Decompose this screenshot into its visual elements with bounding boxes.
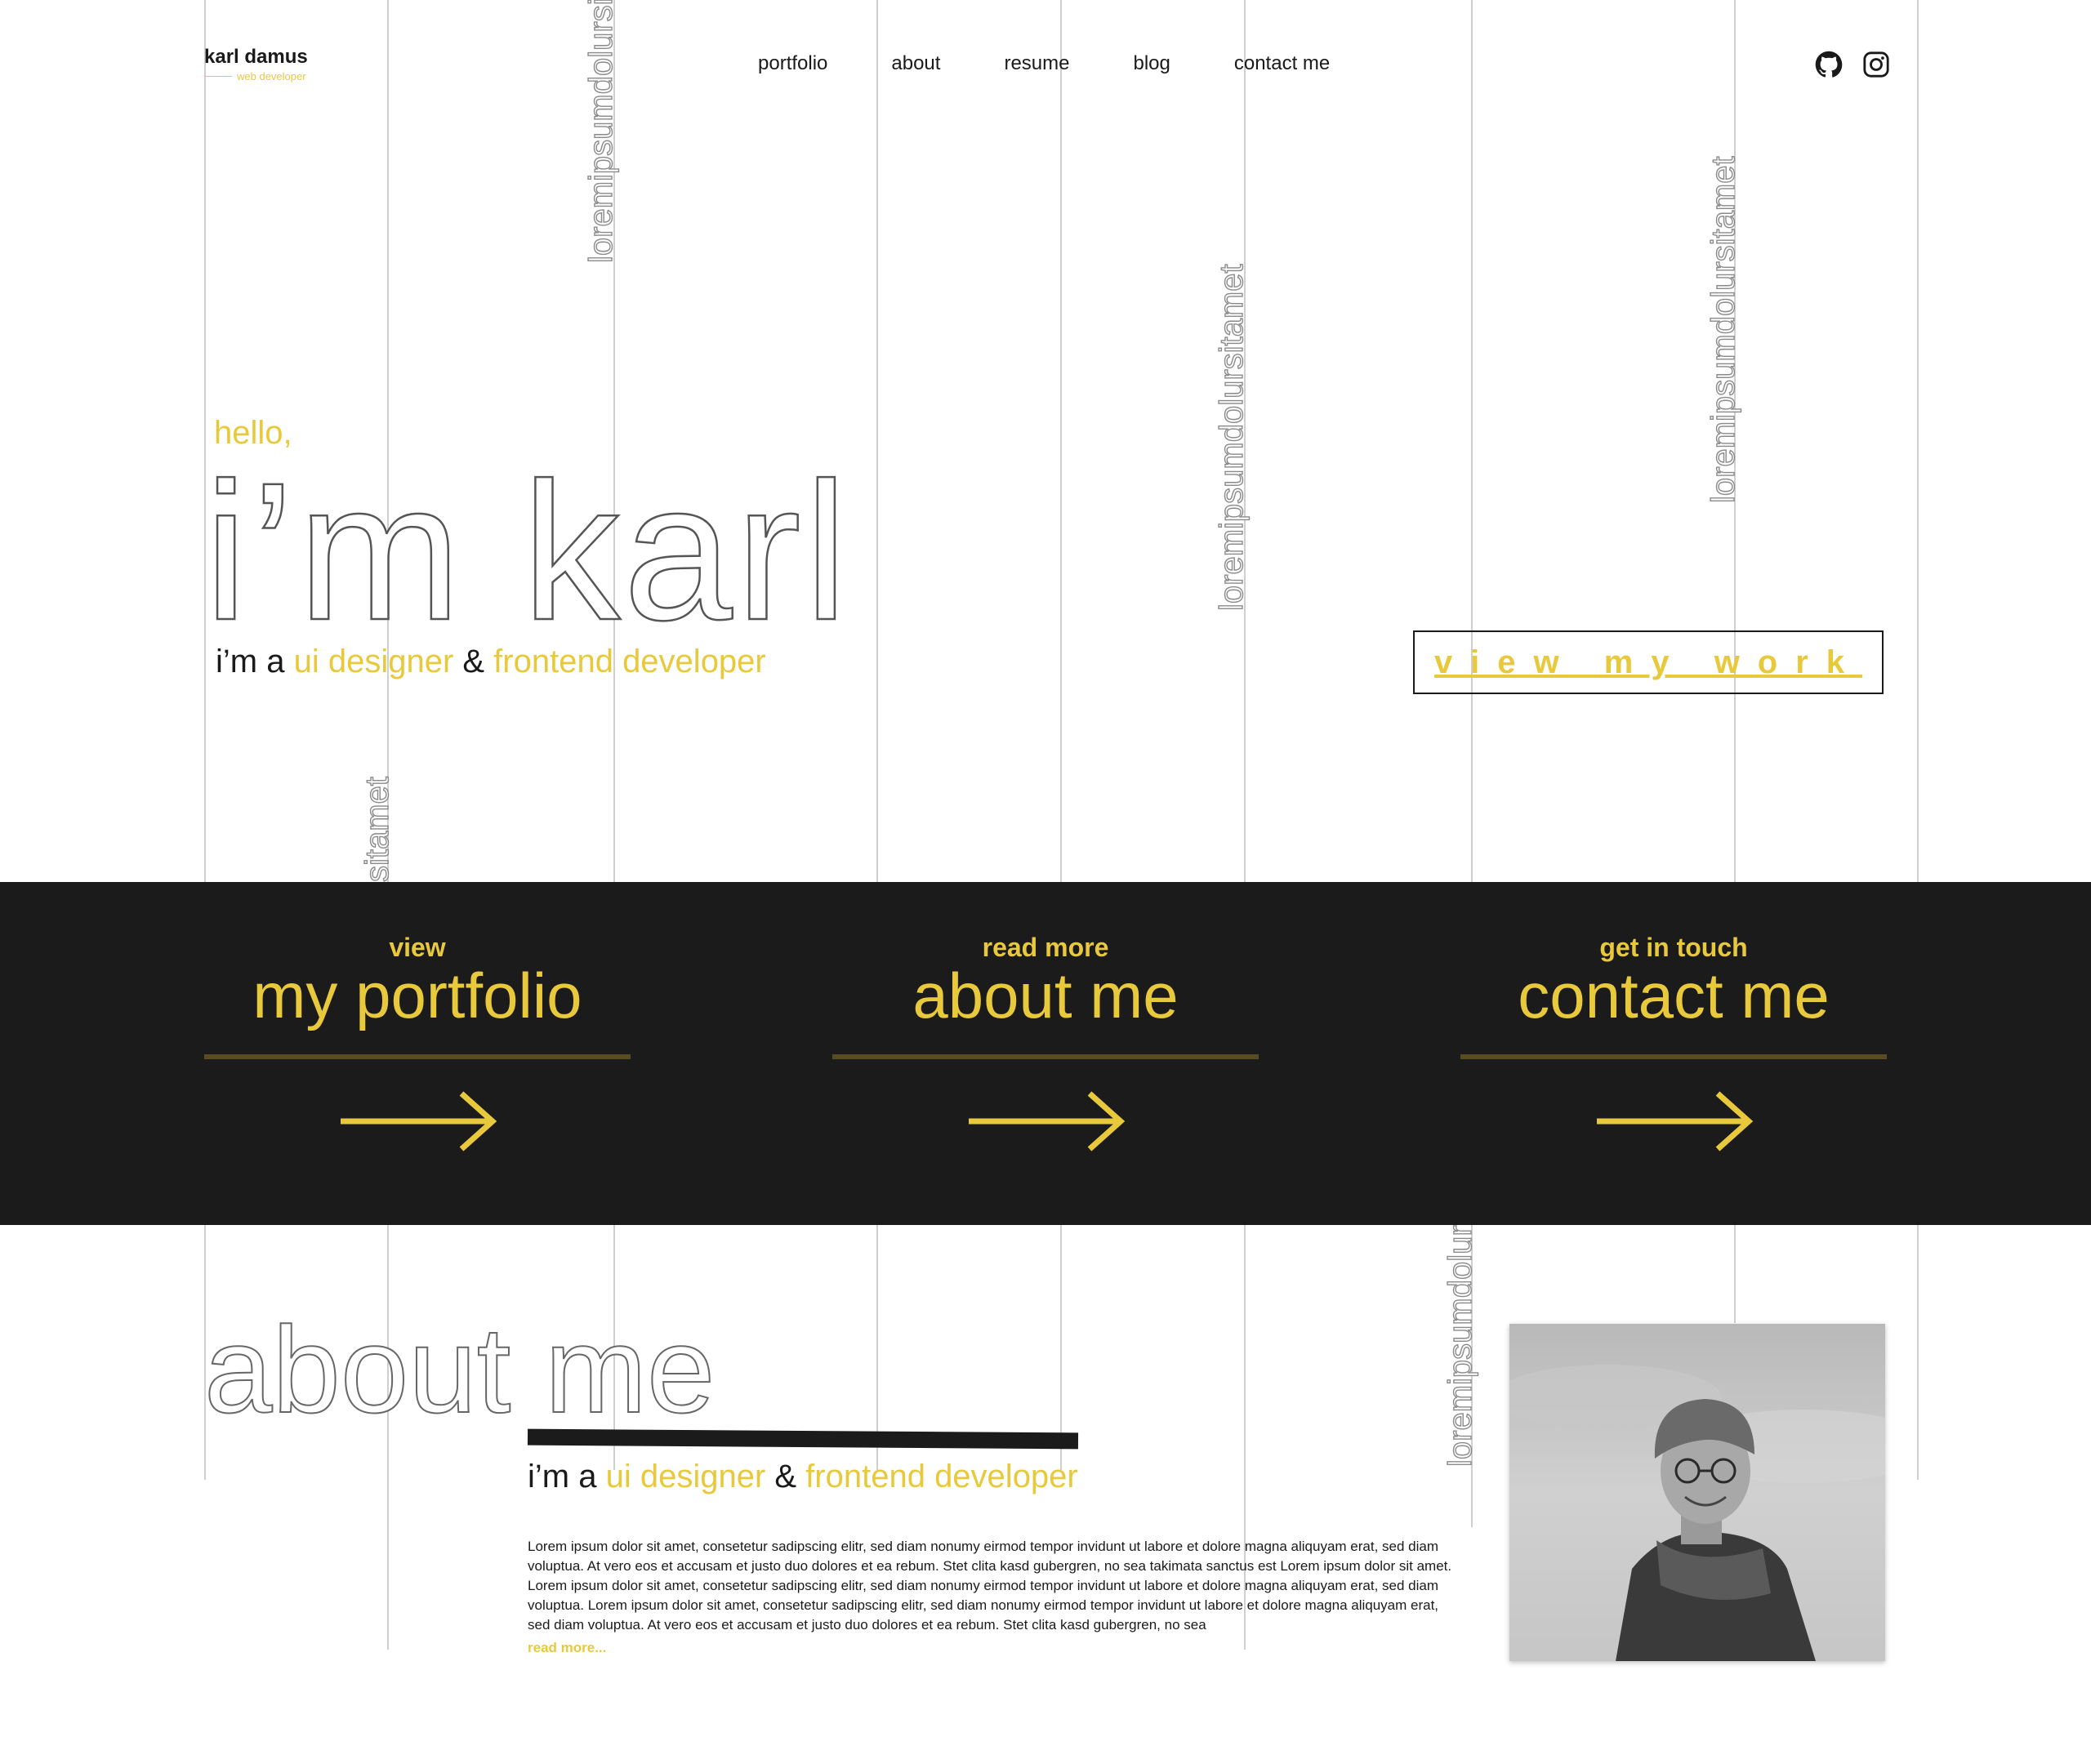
about-tagline-and: & [765,1459,806,1494]
about-tagline: i’m a ui designer & frontend developer [528,1459,1078,1495]
card-about-title: about me [912,960,1179,1031]
card-portfolio-kicker: view [389,933,446,962]
grid-line [387,0,389,882]
profile-photo [1509,1324,1885,1661]
card-about-kicker: read more [982,933,1109,962]
decor-vertical-text: sitamet [359,776,395,882]
grid-line [1917,1225,1919,1480]
grid-line [1060,0,1062,882]
grid-line [876,0,878,882]
tagline-role-ui: ui designer [293,644,454,679]
nav-portfolio[interactable]: portfolio [758,52,827,75]
decor-vertical-text: loremipsumdolursitamet [1213,264,1250,612]
instagram-icon[interactable] [1862,51,1890,78]
hero-tagline: i’m a ui designer & frontend developer [216,644,766,680]
card-portfolio-title: my portfolio [252,960,582,1031]
decor-vertical-text: loremipsumdolursitamet [1705,156,1741,504]
about-tagline-prefix: i’m a [528,1459,606,1494]
card-contact-title: contact me [1518,960,1830,1031]
grid-line [1917,0,1919,882]
view-my-work-button[interactable]: view my work [1413,630,1884,694]
card-about[interactable]: read more about me [832,933,1259,1154]
about-underline-bar [527,1428,1079,1450]
brand-subtitle: web developer [204,70,308,82]
card-divider [204,1054,631,1059]
about-body-text: Lorem ipsum dolor sit amet, consetetur s… [528,1539,1452,1633]
card-contact[interactable]: get in touch contact me [1460,933,1887,1154]
arrow-right-icon[interactable] [204,1089,631,1154]
about-tagline-role-frontend: frontend developer [805,1459,1078,1494]
hero-name: i’m karl [203,442,851,661]
read-more-link[interactable]: read more... [528,1640,606,1656]
github-icon[interactable] [1815,51,1843,78]
arrow-right-icon[interactable] [1460,1089,1887,1154]
card-portfolio[interactable]: view my portfolio [204,933,631,1154]
grid-line [1734,1225,1736,1323]
card-divider [832,1054,1259,1059]
grid-line [1471,0,1473,882]
social-links [1815,51,1890,78]
nav-resume[interactable]: resume [1004,52,1069,75]
about-title: about me [203,1301,716,1438]
about-tagline-role-ui: ui designer [605,1459,766,1494]
arrow-right-icon[interactable] [832,1089,1259,1154]
brand-logo[interactable]: karl damus web developer [204,46,308,82]
tagline-and: & [453,644,494,679]
nav-contact-me[interactable]: contact me [1234,52,1330,75]
tagline-prefix: i’m a [216,644,294,679]
brand-subtitle-text: web developer [237,70,306,82]
profile-photo-illustration [1509,1324,1885,1661]
view-my-work-label: view my work [1433,644,1863,680]
nav-blog[interactable]: blog [1133,52,1170,75]
decor-vertical-text: loremipsumdolursi [582,0,619,264]
brand-dash [204,76,232,77]
tagline-role-frontend: frontend developer [493,644,766,679]
main-nav: portfolio about resume blog contact me [758,52,1393,75]
card-divider [1460,1054,1887,1059]
nav-about[interactable]: about [891,52,940,75]
decor-vertical-text: loremipsumdolur [1442,1225,1478,1468]
brand-name: karl damus [204,46,308,68]
card-contact-kicker: get in touch [1599,933,1748,962]
grid-line [204,0,206,882]
